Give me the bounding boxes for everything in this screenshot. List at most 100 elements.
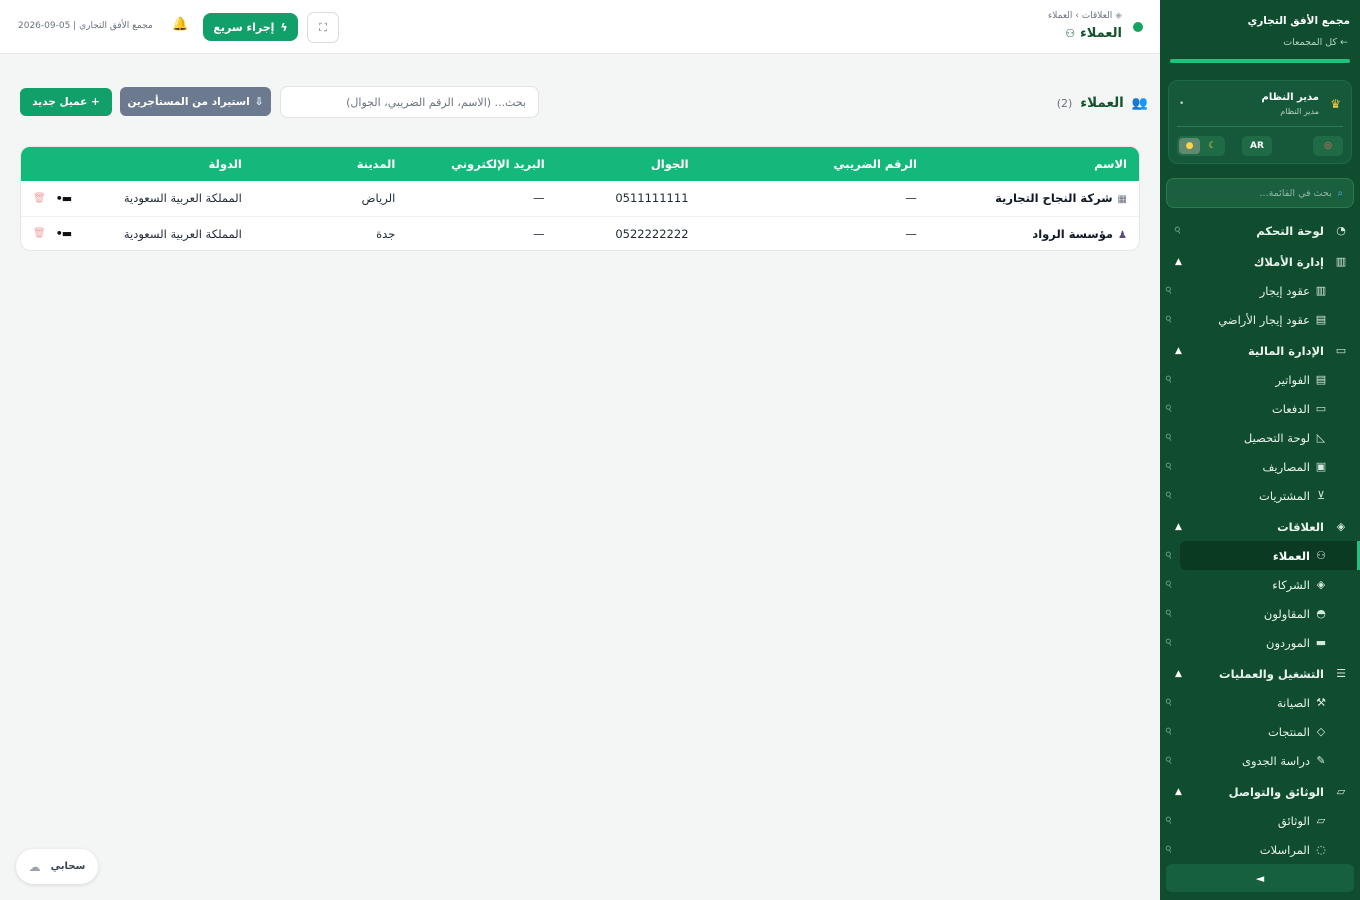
trash-icon[interactable]: 🗑	[33, 193, 46, 204]
pin-icon[interactable]: ⚲	[1164, 726, 1175, 738]
sidebar-item-label: الوثائق والتواصل	[1228, 784, 1324, 799]
brand-title: مجمع الأفق التجاري	[1247, 15, 1350, 27]
breadcrumb-text[interactable]: العلاقات › العملاء	[1048, 11, 1112, 21]
sidebar-item[interactable]: ▭ الدفعات ⚲	[1160, 394, 1360, 423]
page-title: العملاء ⚇	[1065, 26, 1122, 41]
sidebar-item[interactable]: ▤ الفواتير ⚲	[1160, 365, 1360, 394]
pin-icon[interactable]: ⚲	[1173, 225, 1184, 237]
sidebar-item[interactable]: ▭ الإدارة المالية ▲	[1160, 336, 1360, 365]
pin-icon[interactable]: ⚲	[1164, 374, 1175, 386]
sidebar-item[interactable]: ◺ لوحة التحصيل ⚲	[1160, 423, 1360, 452]
sidebar-search-input[interactable]: ⌕ بحث في القائمة...	[1166, 178, 1354, 208]
pin-icon[interactable]: ⚲	[1164, 579, 1175, 591]
customer-name[interactable]: مؤسسة الرواد	[1032, 227, 1113, 241]
trash-icon[interactable]: 🗑	[33, 228, 46, 239]
new-customer-button[interactable]: + عميل جديد	[20, 88, 112, 116]
building-icon: ▥	[1315, 284, 1327, 297]
sidebar-item[interactable]: ⚒ الصيانة ⚲	[1160, 688, 1360, 717]
sidebar-item[interactable]: ⚇ العملاء ⚲	[1164, 541, 1360, 570]
city-cell: جدة	[376, 226, 396, 241]
sidebar-search-placeholder: بحث في القائمة...	[1259, 187, 1332, 199]
sidebar-item[interactable]: ☰ التشغيل والعمليات ▲	[1160, 659, 1360, 688]
sidebar-item[interactable]: ▥ إدارة الأملاك ▲	[1160, 247, 1360, 276]
pin-icon[interactable]: ⚲	[1164, 403, 1175, 415]
column-header[interactable]: الجوال	[545, 147, 689, 181]
column-header[interactable]: الرقم الضريبي	[689, 147, 917, 181]
sidebar-item[interactable]: ◇ المنتجات ⚲	[1160, 717, 1360, 746]
language-toggle[interactable]: AR	[1242, 136, 1272, 156]
sidebar-item[interactable]: ◌ المراسلات ⚲	[1160, 835, 1360, 864]
handshake-icon: ◈	[1336, 520, 1346, 533]
sidebar-item-label: الشركاء	[1272, 577, 1310, 592]
chevron-up-icon[interactable]: ▲	[1175, 522, 1182, 532]
pin-icon[interactable]: ⚲	[1164, 461, 1175, 473]
customer-search-input[interactable]	[293, 95, 526, 109]
quick-action-button[interactable]: ϟ إجراء سريع	[203, 13, 298, 41]
user-role: مدير النظام	[1280, 107, 1319, 116]
pin-icon[interactable]: ⚲	[1164, 815, 1175, 827]
chevron-up-icon[interactable]: ▲	[1175, 669, 1182, 679]
import-from-tenants-button[interactable]: ⇩ استيراد من المستأجرين	[120, 87, 271, 116]
column-header[interactable]: المدينة	[242, 147, 396, 181]
pin-icon[interactable]: ⚲	[1164, 314, 1175, 326]
sidebar-item[interactable]: ▱ الوثائق والتواصل ▲	[1160, 777, 1360, 806]
pin-icon[interactable]: ⚲	[1164, 490, 1175, 502]
edit-icon[interactable]: •▬	[56, 192, 72, 205]
target-button[interactable]: ◎	[1313, 136, 1343, 156]
handshake-icon: ◈	[1316, 578, 1326, 591]
sidebar-item[interactable]: ◈ العلاقات ▲	[1160, 512, 1360, 541]
sidebar-item[interactable]: ▤ عقود إيجار الأراضي ⚲	[1160, 305, 1360, 334]
table-row[interactable]: ▦ شركة النجاح التجارية — 0511111111 — الرياض ا…	[21, 181, 1139, 216]
user-menu-dot[interactable]: •	[1179, 99, 1184, 109]
cloud-status[interactable]: سحابي ☁	[16, 849, 98, 884]
row-actions: 🗑 •▬	[21, 216, 72, 250]
sidebar-item[interactable]: ▣ المصاريف ⚲	[1160, 452, 1360, 481]
sidebar-item[interactable]: ◈ الشركاء ⚲	[1160, 570, 1360, 599]
date-org: 2026-09-05 | مجمع الأفق التجاري	[18, 21, 153, 31]
fullscreen-button[interactable]: ⛶	[307, 12, 339, 43]
chevron-up-icon[interactable]: ▲	[1175, 346, 1182, 356]
wrench-icon: ⚒	[1316, 696, 1326, 709]
sidebar-item[interactable]: ▥ عقود إيجار ⚲	[1160, 276, 1360, 305]
customer-name[interactable]: شركة النجاح التجارية	[995, 191, 1112, 205]
pin-icon[interactable]: ⚲	[1164, 285, 1175, 297]
chevron-up-icon[interactable]: ▲	[1175, 787, 1182, 797]
sun-icon[interactable]: ●	[1179, 138, 1200, 154]
theme-toggle[interactable]: ☾ ●	[1177, 136, 1225, 156]
chevron-up-icon[interactable]: ▲	[1175, 257, 1182, 267]
pin-icon[interactable]: ⚲	[1164, 608, 1175, 620]
pin-icon[interactable]: ⚲	[1164, 637, 1175, 649]
sidebar-item-label: الفواتير	[1275, 372, 1310, 387]
sidebar-item[interactable]: ⊻ المشتريات ⚲	[1160, 481, 1360, 510]
sidebar-item[interactable]: ▱ الوثائق ⚲	[1160, 806, 1360, 835]
sidebar-item-label: المصاريف	[1262, 459, 1310, 474]
target-icon: ◎	[1324, 141, 1332, 151]
tax-number-cell: —	[905, 191, 917, 206]
column-header[interactable]: البريد الإلكتروني	[395, 147, 545, 181]
sidebar-item[interactable]: ◓ المقاولون ⚲	[1160, 599, 1360, 628]
collapse-sidebar-button[interactable]: ◄	[1166, 864, 1354, 892]
tag-icon: ◇	[1316, 725, 1326, 738]
sidebar-item-label: المراسلات	[1259, 842, 1310, 857]
pin-icon[interactable]: ⚲	[1164, 697, 1175, 709]
sidebar-item[interactable]: ✎ دراسة الجدوى ⚲	[1160, 746, 1360, 775]
column-header[interactable]: الاسم	[917, 147, 1139, 181]
cart-icon: ⊻	[1316, 489, 1326, 502]
bell-icon[interactable]: 🔔	[172, 17, 188, 32]
pin-icon[interactable]: ⚲	[1164, 550, 1175, 562]
pin-icon[interactable]: ⚲	[1164, 755, 1175, 767]
customer-name-cell: ♟ مؤسسة الرواد	[917, 216, 1139, 250]
truck-icon: ▬	[1315, 636, 1327, 649]
bolt-icon: ϟ	[280, 20, 288, 34]
sidebar-item[interactable]: ▬ الموردون ⚲	[1160, 628, 1360, 657]
column-header[interactable]: الدولة	[71, 147, 242, 181]
table-row[interactable]: ♟ مؤسسة الرواد — 0522222222 — جدة المملكة العر…	[21, 216, 1139, 250]
edit-icon[interactable]: •▬	[56, 227, 72, 240]
customer-search-box[interactable]	[280, 86, 539, 118]
all-complexes-link[interactable]: ← كل المجمعات	[1283, 37, 1348, 48]
moon-icon[interactable]: ☾	[1202, 138, 1223, 154]
pin-icon[interactable]: ⚲	[1164, 432, 1175, 444]
card-icon: ▭	[1315, 402, 1327, 415]
pin-icon[interactable]: ⚲	[1164, 844, 1175, 856]
sidebar-item[interactable]: ◔ لوحة التحكم ⚲	[1160, 216, 1360, 245]
